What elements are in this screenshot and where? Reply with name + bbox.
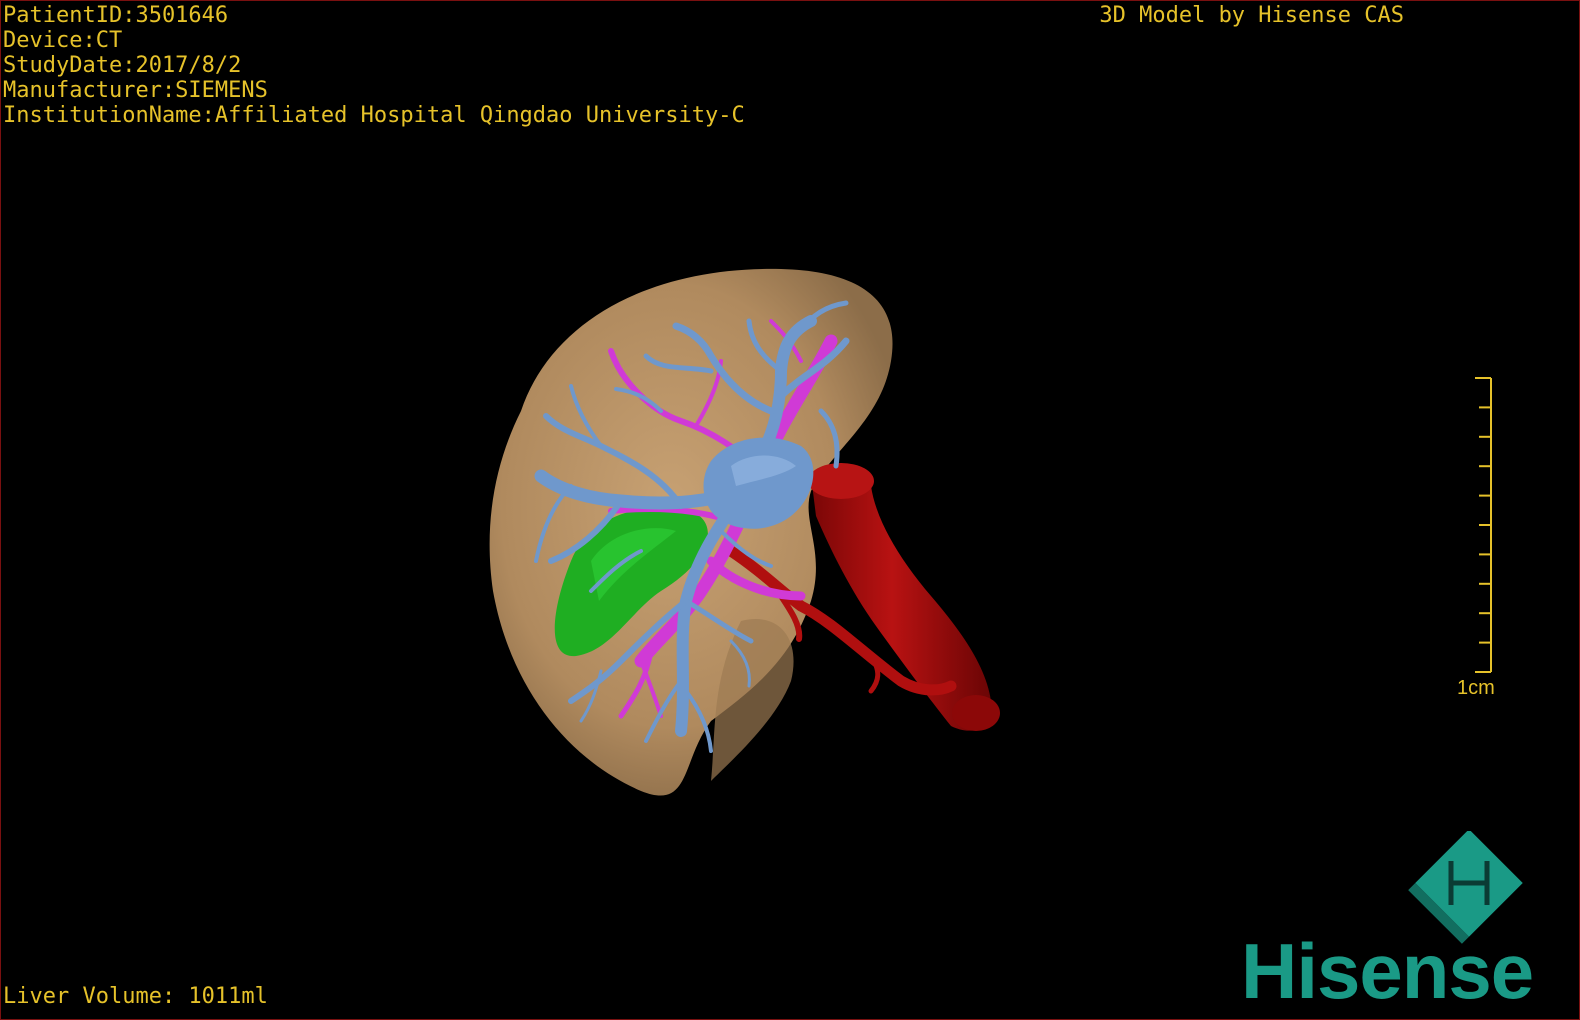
patient-info: PatientID:3501646 Device:CT StudyDate:20… [3,3,745,128]
institution-name: InstitutionName:Affiliated Hospital Qing… [3,103,745,128]
scale-label: 1cm [1457,677,1495,699]
vena-cava [811,467,992,731]
vena-cava-end [952,695,1000,731]
liver-3d-model[interactable] [481,261,1041,821]
manufacturer: Manufacturer:SIEMENS [3,78,268,103]
device: Device:CT [3,28,123,53]
liver-volume: Liver Volume: 1011ml [3,984,268,1009]
patient-id: PatientID:3501646 [3,3,229,28]
hisense-logo-text: Hisense [1241,927,1534,1015]
model-title: 3D Model by Hisense CAS [1099,3,1404,28]
3d-viewport[interactable]: PatientID:3501646 Device:CT StudyDate:20… [0,0,1580,1020]
scale-bar [1475,377,1492,673]
vena-cava-top [808,463,874,499]
study-date: StudyDate:2017/8/2 [3,53,242,78]
